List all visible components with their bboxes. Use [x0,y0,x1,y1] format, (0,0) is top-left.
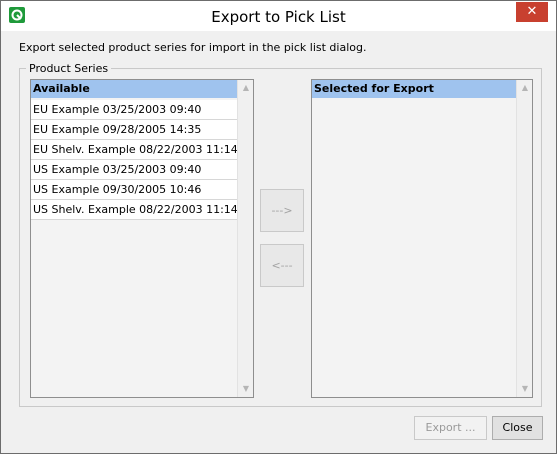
list-item[interactable]: US Example 09/30/2005 10:46 [31,180,237,200]
instructions-text: Export selected product series for impor… [19,41,367,54]
remove-from-export-button[interactable]: <--- [260,244,304,287]
close-window-button[interactable]: ✕ [516,2,548,22]
scroll-up-icon[interactable]: ▲ [517,80,533,96]
list-item[interactable]: EU Shelv. Example 08/22/2003 11:14 [31,140,238,160]
selected-scrollbar[interactable]: ▲ ▼ [516,80,532,397]
product-series-label: Product Series [26,62,112,75]
selected-header: Selected for Export [312,80,516,98]
list-item[interactable]: EU Example 03/25/2003 09:40 [31,100,237,120]
scroll-down-icon[interactable]: ▼ [238,381,254,397]
list-item[interactable]: US Example 03/25/2003 09:40 [31,160,237,180]
export-button[interactable]: Export ... [414,416,487,440]
window-title: Export to Pick List [211,8,346,26]
selected-list[interactable]: Selected for Export ▲ ▼ [311,79,533,398]
available-scrollbar[interactable]: ▲ ▼ [237,80,253,397]
list-item[interactable]: US Shelv. Example 08/22/2003 11:14 [31,200,238,220]
available-list[interactable]: Available EU Example 03/25/2003 09:40 EU… [30,79,254,398]
scroll-up-icon[interactable]: ▲ [238,80,254,96]
title-bar[interactable]: Export to Pick List ✕ [1,1,556,31]
scroll-down-icon[interactable]: ▼ [517,381,533,397]
export-dialog: Export to Pick List ✕ Export selected pr… [0,0,557,454]
available-header: Available [31,80,237,98]
list-item[interactable]: EU Example 09/28/2005 14:35 [31,120,237,140]
add-to-export-button[interactable]: ---> [260,189,304,232]
close-button[interactable]: Close [492,416,543,440]
